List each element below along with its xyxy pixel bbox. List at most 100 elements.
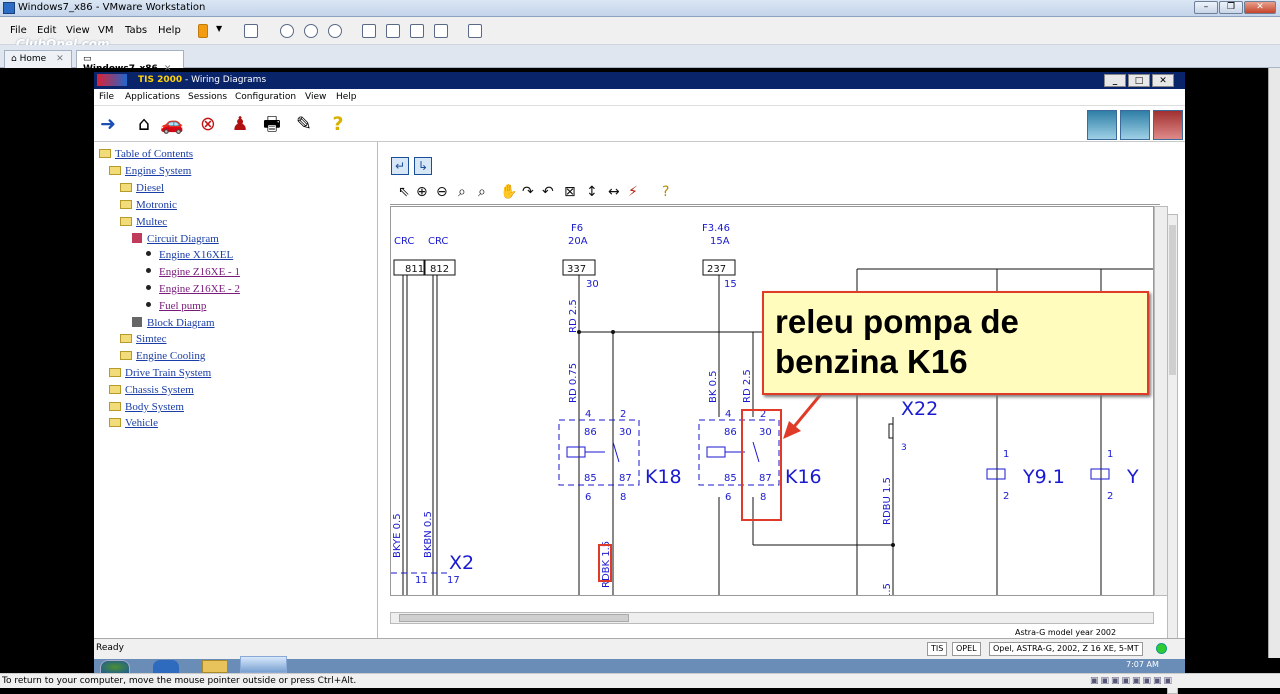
menu-edit[interactable]: Edit xyxy=(37,25,56,36)
rotate-left-icon[interactable]: ↶ xyxy=(542,184,554,200)
toc-engine-cooling[interactable]: Engine Cooling xyxy=(120,350,205,362)
tools-icon[interactable]: ✎ xyxy=(292,112,316,136)
toc-diesel[interactable]: Diesel xyxy=(120,182,164,194)
back-arrow-icon[interactable]: ↵ xyxy=(391,157,409,175)
device-status-icon[interactable]: ▣▣▣▣▣▣▣▣ xyxy=(1090,676,1174,686)
menu-tabs[interactable]: Tabs xyxy=(125,25,147,36)
y91-pin-1: 1 xyxy=(1003,449,1009,460)
taskbar-clock: 7:07 AM xyxy=(1126,660,1159,669)
snapshot-manager-icon[interactable] xyxy=(328,24,342,38)
car-profile-button[interactable] xyxy=(1153,110,1183,140)
fit-page-icon[interactable]: ⊠ xyxy=(564,184,576,200)
vmware-app-icon xyxy=(3,2,15,14)
fit-height-icon[interactable]: ↕ xyxy=(586,184,598,200)
explorer-icon[interactable] xyxy=(202,660,228,673)
fit-width-icon[interactable]: ↔ xyxy=(608,184,620,200)
pause-icon[interactable] xyxy=(198,24,208,38)
tis-maximize-button[interactable]: □ xyxy=(1128,74,1150,87)
toc-motronic[interactable]: Motronic xyxy=(120,199,177,211)
zoom-icon[interactable]: ⌕ xyxy=(458,184,466,200)
toc-engine-z16xe-2[interactable]: Engine Z16XE - 2 xyxy=(146,283,240,295)
toc-engine-system[interactable]: Engine System xyxy=(109,165,191,177)
tis-menu-view[interactable]: View xyxy=(305,92,326,102)
tis-menu-sessions[interactable]: Sessions xyxy=(188,92,227,102)
menu-help[interactable]: Help xyxy=(158,25,181,36)
tis-taskbar-button[interactable] xyxy=(240,656,287,673)
toc-engine-x16xel[interactable]: Engine X16XEL xyxy=(146,249,233,261)
menu-file[interactable]: File xyxy=(10,25,27,36)
toc-circuit-diagram[interactable]: Circuit Diagram xyxy=(132,233,219,245)
forward-arrow-icon[interactable]: ↳ xyxy=(414,157,432,175)
toc-fuel-pump[interactable]: Fuel pump xyxy=(146,300,206,312)
tis-menu-file[interactable]: File xyxy=(99,92,114,102)
rotate-right-icon[interactable]: ↷ xyxy=(522,184,534,200)
diagram-box-237: 237 xyxy=(707,264,726,275)
menu-view[interactable]: View xyxy=(66,25,90,36)
zoom-area-icon[interactable]: ⌕ xyxy=(478,184,486,200)
toc-drive-train[interactable]: Drive Train System xyxy=(109,367,211,379)
toc-body[interactable]: Body System xyxy=(109,401,184,413)
menu-vm[interactable]: VM xyxy=(98,25,113,36)
exit-icon[interactable]: ➜ xyxy=(96,112,120,136)
home-icon[interactable]: ⌂ xyxy=(132,112,156,136)
tab-home[interactable]: ⌂ Home ✕ xyxy=(4,50,72,68)
chevron-down-icon[interactable]: ▼ xyxy=(216,24,226,38)
diagram-box-812: 812 xyxy=(430,264,449,275)
zoom-in-icon[interactable]: ⊕ xyxy=(416,184,428,200)
vehicle-icon[interactable]: 🚗 xyxy=(160,112,184,136)
tis-menu-applications[interactable]: Applications xyxy=(125,92,180,102)
ie-icon[interactable] xyxy=(153,660,179,673)
tis-close-button[interactable]: ✕ xyxy=(1152,74,1174,87)
help-icon[interactable]: ? xyxy=(662,184,669,200)
y9x-pin-2: 2 xyxy=(1107,491,1113,502)
console-view-icon[interactable] xyxy=(386,24,400,38)
minimize-button[interactable]: – xyxy=(1194,1,1218,14)
tis-logo xyxy=(97,74,127,86)
pan-hand-icon[interactable]: ✋ xyxy=(500,184,517,200)
folder-icon xyxy=(109,385,121,394)
toc-engine-z16xe-1[interactable]: Engine Z16XE - 1 xyxy=(146,266,240,278)
zoom-out-icon[interactable]: ⊖ xyxy=(436,184,448,200)
close-button[interactable]: ✕ xyxy=(1244,1,1276,14)
view-icon[interactable] xyxy=(468,24,482,38)
fullscreen-icon[interactable] xyxy=(410,24,424,38)
toc-root[interactable]: Table of Contents xyxy=(99,148,193,160)
outer-vertical-scrollbar[interactable] xyxy=(1167,214,1178,694)
toc-multec[interactable]: Multec xyxy=(120,216,167,228)
highlight-icon[interactable]: ⚡ xyxy=(628,184,638,200)
snapshot-icon[interactable] xyxy=(280,24,294,38)
wiring-diagram-canvas[interactable]: CRC CRC F6 20A F3.46 15A 30 15 4 2 86 30… xyxy=(390,206,1154,596)
x2-pin-17: 17 xyxy=(447,575,460,586)
help-icon[interactable]: ? xyxy=(326,112,350,136)
restore-button[interactable]: ❐ xyxy=(1219,1,1243,14)
unity-icon[interactable] xyxy=(434,24,448,38)
technician-icon[interactable]: ♟ xyxy=(228,112,252,136)
send-ctrl-alt-del-icon[interactable] xyxy=(244,24,258,38)
sidebar-toggle-icon[interactable] xyxy=(362,24,376,38)
windows-start-button[interactable] xyxy=(100,660,130,674)
toc-block-diagram[interactable]: Block Diagram xyxy=(132,317,215,329)
tab-windows7[interactable]: ▭ Windows7_x86 ✕ xyxy=(76,50,184,74)
diagram-horizontal-scrollbar[interactable] xyxy=(390,612,1154,624)
status-cell-opel: OPEL xyxy=(952,642,981,656)
diagnostic-button[interactable] xyxy=(1087,110,1117,140)
print-icon[interactable]: 🖶 xyxy=(260,112,284,136)
diagram-vertical-scrollbar[interactable] xyxy=(1154,206,1168,596)
select-pointer-icon[interactable]: ⇖ xyxy=(398,184,410,200)
toc-vehicle[interactable]: Vehicle xyxy=(109,417,158,429)
k16-pin-4: 4 xyxy=(725,409,731,420)
vmware-vertical-scrollbar[interactable] xyxy=(1268,68,1280,658)
tis-menu-help[interactable]: Help xyxy=(336,92,357,102)
stop-icon[interactable]: ⊗ xyxy=(196,112,220,136)
toc-simtec[interactable]: Simtec xyxy=(120,333,167,345)
tis-menu-configuration[interactable]: Configuration xyxy=(235,92,296,102)
close-tab-icon[interactable]: ✕ xyxy=(56,54,64,64)
folder-icon xyxy=(120,334,132,343)
revert-snapshot-icon[interactable] xyxy=(304,24,318,38)
status-cell-vehicle: Opel, ASTRA-G, 2002, Z 16 XE, 5-MT xyxy=(989,642,1143,656)
toc-chassis[interactable]: Chassis System xyxy=(109,384,194,396)
bullet-icon xyxy=(146,302,151,307)
vmware-menu-bar: File Edit View VM Tabs Help ▼ xyxy=(0,17,1280,45)
vehicle-data-button[interactable] xyxy=(1120,110,1150,140)
tis-minimize-button[interactable]: _ xyxy=(1104,74,1126,87)
